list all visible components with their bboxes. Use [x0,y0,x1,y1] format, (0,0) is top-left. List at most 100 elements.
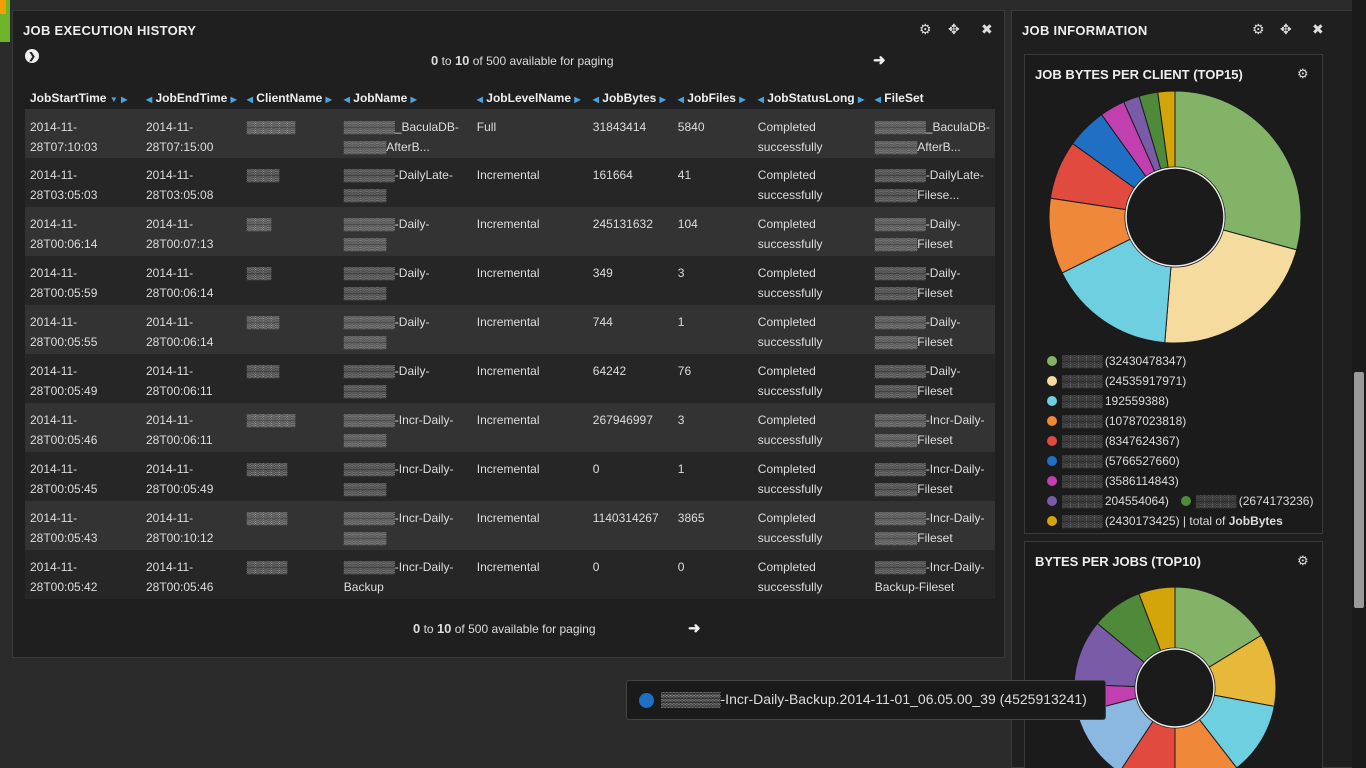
col-collapse-icon[interactable]: ◀ [247,95,253,104]
col-expand-icon[interactable]: ▶ [660,95,666,104]
cell-jobstarttime: 2014-11-28T00:05:42 [25,550,141,599]
gear-icon[interactable]: ⚙ [1297,553,1309,569]
legend-item[interactable]: ▒▒▒▒▒ (24535917971) [1047,374,1186,388]
legend-item[interactable]: ▒▒▒▒▒ (2430173425) [1047,514,1180,528]
cell-clientname: ▒▒▒▒▒ [241,550,339,599]
cell-jobfiles: 3 [672,403,753,452]
legend-item[interactable]: ▒▒▒▒▒ (32430478347) [1047,354,1186,368]
cell-jobfiles: 41 [672,158,753,207]
col-expand-icon[interactable]: ▶ [231,95,237,104]
legend-item[interactable]: ▒▒▒▒▒ (8347624367) [1047,434,1180,448]
cell-jobendtime: 2014-11-28T00:07:13 [141,207,242,256]
col-label: JobFiles [687,90,736,105]
table-row[interactable]: 2014-11-28T00:05:49 2014-11-28T00:06:11 ▒▒… [25,354,995,403]
job-execution-history-panel: JOB EXECUTION HISTORY ⚙ ✥ ✖ ❯ 0 to 10 of… [12,10,1005,658]
legend-color-dot [1047,376,1057,386]
table-row[interactable]: 2014-11-28T00:05:45 2014-11-28T00:05:49 ▒▒… [25,452,995,501]
legend-item[interactable]: ▒▒▒▒▒ (5766527660) [1047,454,1180,468]
col-collapse-icon[interactable]: ◀ [593,95,599,104]
col-label: JobStatusLong [767,90,855,105]
table-row[interactable]: 2014-11-28T00:05:46 2014-11-28T00:06:11 ▒▒… [25,403,995,452]
bytes-per-client-legend: ▒▒▒▒▒ (32430478347) ▒▒▒▒▒ (24535917971) ▒▒… [1047,351,1313,531]
cell-jobstarttime: 2014-11-28T00:05:45 [25,452,141,501]
legend-name: ▒▒▒▒▒ [1062,374,1105,388]
legend-value: (32430478347) [1104,354,1187,368]
table-row[interactable]: 2014-11-28T00:05:43 2014-11-28T00:10:12 ▒▒… [25,501,995,550]
col-header-jobname[interactable]: ◀ JobName ▶ [338,87,472,110]
close-icon[interactable]: ✖ [981,21,993,38]
table-row[interactable]: 2014-11-28T00:05:59 2014-11-28T00:06:14 ▒▒… [25,256,995,305]
col-label: JobStartTime [30,90,107,105]
col-expand-icon[interactable]: ▶ [411,95,417,104]
cell-joblevelname: Incremental [471,158,588,207]
cell-joblevelname: Incremental [471,305,588,354]
gear-icon[interactable]: ⚙ [919,21,932,38]
legend-name: ▒▒▒▒▒ [1195,494,1239,508]
move-icon[interactable]: ✥ [948,21,960,38]
col-header-jobstatuslong[interactable]: ◀ JobStatusLong ▶ [752,87,870,110]
table-row[interactable]: 2014-11-28T03:05:03 2014-11-28T03:05:08 ▒▒… [25,158,995,207]
col-header-fileset[interactable]: ◀ FileSet [869,87,995,110]
sort-desc-icon[interactable]: ▼ [110,95,118,104]
cell-jobname: ▒▒▒▒▒▒-Daily-▒▒▒▒▒ [338,305,472,354]
legend-row: ▒▒▒▒▒ (10787023818) [1047,411,1313,431]
prev-page-icon[interactable]: ❯ [25,49,39,63]
table-row[interactable]: 2014-11-28T00:05:55 2014-11-28T00:06:14 ▒▒… [25,305,995,354]
legend-total-metric: JobBytes [1228,514,1283,528]
cell-joblevelname: Incremental [471,403,588,452]
table-row[interactable]: 2014-11-28T00:06:14 2014-11-28T00:07:13 ▒▒… [25,207,995,256]
cell-fileset: ▒▒▒▒▒▒-Incr-Daily-▒▒▒▒▒Fileset [869,452,995,501]
legend-item[interactable]: ▒▒▒▒▒ 192559388) [1047,394,1169,408]
page-scrollbar[interactable] [1352,0,1366,768]
col-header-jobfiles[interactable]: ◀ JobFiles ▶ [672,87,753,110]
cell-jobendtime: 2014-11-28T00:06:11 [141,403,242,452]
col-collapse-icon[interactable]: ◀ [678,95,684,104]
donut-hole [1125,167,1225,267]
cell-fileset: ▒▒▒▒▒▒-DailyLate-▒▒▒▒▒Filese... [869,158,995,207]
col-collapse-icon[interactable]: ◀ [758,95,764,104]
col-header-clientname[interactable]: ◀ ClientName ▶ [241,87,339,110]
col-collapse-icon[interactable]: ◀ [146,95,152,104]
cell-joblevelname: Incremental [471,207,588,256]
legend-item[interactable]: ▒▒▒▒▒ (2674173236) [1180,494,1313,508]
col-header-jobbytes[interactable]: ◀ JobBytes ▶ [587,87,673,110]
legend-item[interactable]: ▒▒▒▒▒ (3586114843) [1047,474,1179,488]
col-header-jobendtime[interactable]: ◀ JobEndTime ▶ [141,87,242,110]
legend-row: ▒▒▒▒▒ 204554064) ▒▒▒▒▒ (2674173236) [1047,491,1313,511]
col-header-jobstarttime[interactable]: JobStartTime ▼ ▶ [25,87,141,110]
col-collapse-icon[interactable]: ◀ [344,95,350,104]
cell-jobendtime: 2014-11-28T00:05:49 [141,452,242,501]
col-expand-icon[interactable]: ▶ [574,95,580,104]
left-edge-tab[interactable] [0,0,10,42]
legend-row: ▒▒▒▒▒ (8347624367) [1047,431,1313,451]
gear-icon[interactable]: ⚙ [1252,21,1265,38]
col-label: ClientName [256,90,323,105]
cell-joblevelname: Incremental [471,354,588,403]
next-page-bottom-icon[interactable]: ➜ [688,619,701,637]
legend-item[interactable]: ▒▒▒▒▒ (10787023818) [1047,414,1186,428]
scrollbar-thumb[interactable] [1354,372,1364,608]
legend-row: ▒▒▒▒▒ (32430478347) [1047,351,1313,371]
cell-jobname: ▒▒▒▒▒▒-Incr-Daily-Backup [338,550,472,599]
cell-fileset: ▒▒▒▒▒▒-Incr-Daily-Backup-Fileset [869,550,995,599]
table-row[interactable]: 2014-11-28T00:05:42 2014-11-28T00:05:46 ▒▒… [25,550,995,599]
legend-item[interactable]: ▒▒▒▒▒ 204554064) [1047,494,1169,508]
table-row[interactable]: 2014-11-28T07:10:03 2014-11-28T07:15:00 ▒▒… [25,109,995,158]
gear-icon[interactable]: ⚙ [1297,66,1309,82]
col-header-joblevelname[interactable]: ◀ JobLevelName ▶ [471,87,588,110]
col-expand-icon[interactable]: ▶ [858,95,864,104]
cell-jobstarttime: 2014-11-28T03:05:03 [25,158,141,207]
next-page-icon[interactable]: ➜ [873,51,886,69]
col-expand-icon[interactable]: ▶ [326,95,332,104]
cell-fileset: ▒▒▒▒▒▒-Incr-Daily-▒▒▒▒▒Fileset [869,403,995,452]
col-expand-icon[interactable]: ▶ [121,95,127,104]
cell-jobstatuslong: Completed successfully [752,501,870,550]
legend-total-prefix: | total of [1179,514,1229,528]
col-expand-icon[interactable]: ▶ [739,95,745,104]
move-icon[interactable]: ✥ [1280,21,1292,38]
col-collapse-icon[interactable]: ◀ [875,95,881,104]
cell-jobstatuslong: Completed successfully [752,354,870,403]
col-collapse-icon[interactable]: ◀ [477,95,483,104]
close-icon[interactable]: ✖ [1312,21,1324,38]
cell-jobbytes: 161664 [587,158,673,207]
